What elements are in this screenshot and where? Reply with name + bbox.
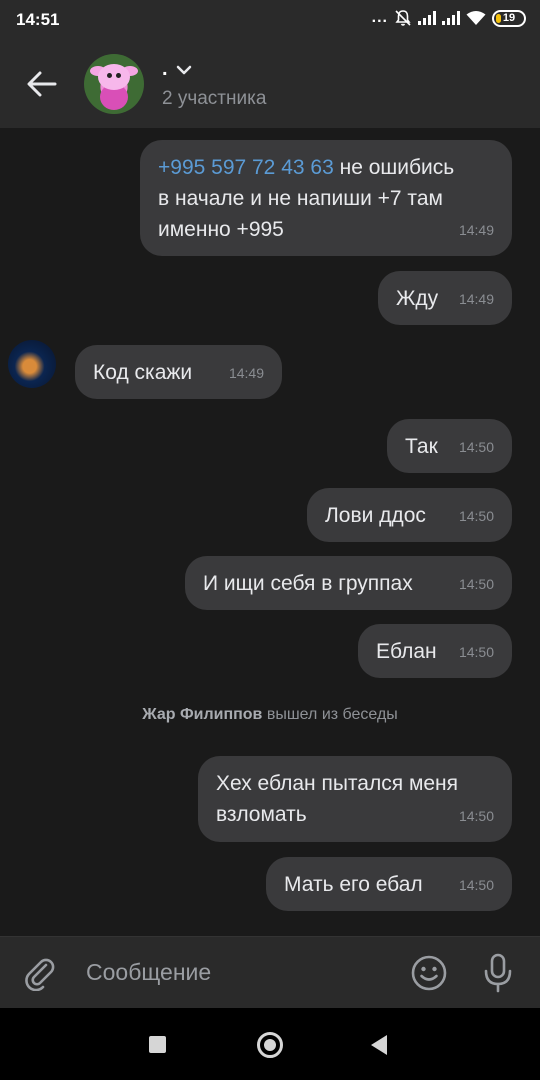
message-input[interactable]: Сообщение <box>86 959 211 986</box>
smiley-icon[interactable] <box>410 954 448 992</box>
chevron-down-icon <box>176 65 191 74</box>
battery-icon: 19 <box>492 9 526 27</box>
chat-subtitle: 2 участника <box>162 88 267 109</box>
mute-bell-icon <box>395 10 411 26</box>
system-text: вышел из беседы <box>262 706 398 723</box>
chat-title: . <box>162 58 168 80</box>
more-notifications-icon: ... <box>371 9 388 26</box>
message-time: 14:49 <box>458 291 494 307</box>
message-time: 14:49 <box>228 365 264 381</box>
message-time: 14:50 <box>458 576 494 592</box>
message-time: 14:50 <box>458 808 494 824</box>
message-bubble-out[interactable]: Еблан 14:50 <box>358 624 512 678</box>
battery-level: 19 <box>502 12 516 24</box>
microphone-icon[interactable] <box>482 953 514 993</box>
message-text: Хех еблан пытался меня <box>216 772 459 795</box>
message-bubble-out[interactable]: +995 597 72 43 63 не ошибись в начале и … <box>140 140 512 256</box>
message-text: Мать его ебал <box>284 873 423 896</box>
recent-apps-button[interactable] <box>149 1036 166 1053</box>
chat-avatar[interactable] <box>84 54 144 114</box>
arrow-left-icon <box>27 71 57 97</box>
message-time: 14:50 <box>458 644 494 660</box>
chat-title-row[interactable]: . <box>162 58 192 81</box>
status-time: 14:51 <box>16 10 60 29</box>
sender-avatar[interactable] <box>8 340 56 388</box>
message-text: в начале и не напиши +7 там <box>158 187 443 210</box>
status-bar: 14:51 ... 19 <box>0 0 540 40</box>
message-text: Жду <box>396 287 439 310</box>
signal-icon-2 <box>442 11 460 25</box>
message-bubble-out[interactable]: Мать его ебал 14:50 <box>266 857 512 911</box>
message-text: Так <box>405 435 438 458</box>
nav-back-button[interactable] <box>371 1035 387 1055</box>
message-time: 14:50 <box>458 877 494 893</box>
message-text: Лови ддос <box>325 504 426 527</box>
system-user-name[interactable]: Жар Филиппов <box>142 706 262 723</box>
message-text: взломать <box>216 803 307 826</box>
message-bubble-out[interactable]: И ищи себя в группах 14:50 <box>185 556 512 610</box>
phone-link[interactable]: +995 597 72 43 63 <box>158 156 334 179</box>
message-bubble-out[interactable]: Лови ддос 14:50 <box>307 488 512 542</box>
message-time: 14:50 <box>458 439 494 455</box>
message-bubble-out[interactable]: Жду 14:49 <box>378 271 512 325</box>
message-text: Еблан <box>376 640 437 663</box>
message-bubble-out[interactable]: Хех еблан пытался меня взломать 14:50 <box>198 756 512 842</box>
message-composer: Сообщение <box>0 936 540 1008</box>
message-bubble-in[interactable]: Код скажи 14:49 <box>75 345 282 399</box>
message-text: не ошибись <box>333 156 455 179</box>
message-text: именно +995 <box>158 218 284 241</box>
message-time: 14:49 <box>458 222 494 238</box>
message-text: Код скажи <box>93 361 193 384</box>
signal-icon <box>418 11 436 25</box>
message-text: И ищи себя в группах <box>203 572 413 595</box>
chat-header: . 2 участника <box>0 40 540 128</box>
back-button[interactable] <box>22 64 62 104</box>
paperclip-icon[interactable] <box>22 955 58 991</box>
system-message: Жар Филиппов вышел из беседы <box>0 706 540 724</box>
status-icons: ... 19 <box>372 9 526 27</box>
messages-list: +995 597 72 43 63 не ошибись в начале и … <box>0 128 540 936</box>
message-bubble-out[interactable]: Так 14:50 <box>387 419 512 473</box>
system-navigation-bar <box>0 1008 540 1080</box>
wifi-icon <box>466 11 486 25</box>
message-time: 14:50 <box>458 508 494 524</box>
home-button[interactable] <box>257 1032 283 1058</box>
